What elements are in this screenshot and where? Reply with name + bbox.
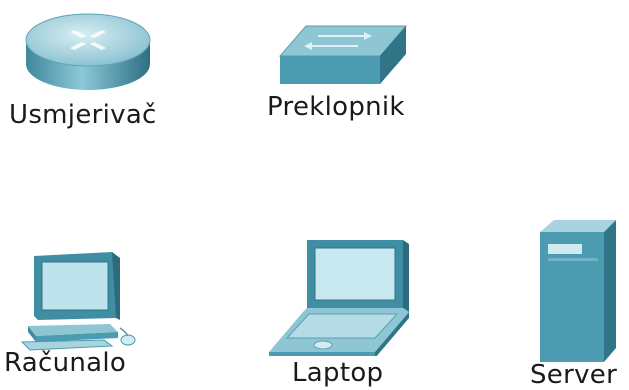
pc-icon [20,252,136,351]
laptop-icon [269,240,409,356]
switch-label: Preklopnik [267,92,405,122]
laptop-label: Laptop [292,358,384,388]
router-icon [25,13,151,90]
server-icon [540,220,616,362]
server-device[interactable]: Server [510,210,629,390]
laptop-device[interactable]: Laptop [255,230,445,389]
server-label: Server [530,360,618,390]
pc-label: Računalo [4,348,127,378]
switch-icon [278,25,408,84]
switch-device[interactable]: Preklopnik [250,0,440,150]
pc-device[interactable]: Računalo [0,230,180,389]
router-label: Usmjerivač [9,100,157,130]
router-device[interactable]: Usmjerivač [0,0,190,150]
